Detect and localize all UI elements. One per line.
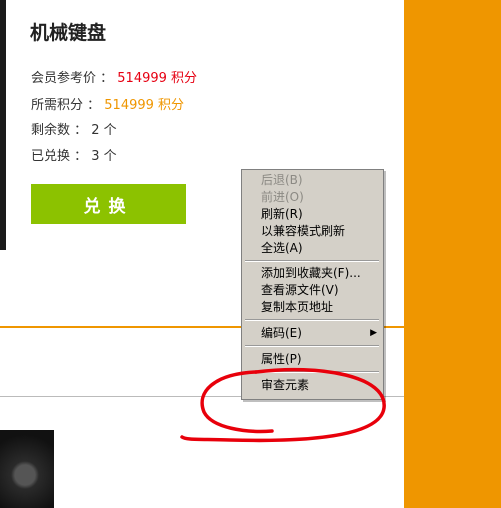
menu-separator (245, 319, 379, 321)
menu-item-encoding-label: 编码(E) (261, 326, 302, 340)
remaining-row: 剩余数 ： 2 个 (31, 119, 117, 138)
menu-item-select-all[interactable]: 全选(A) (242, 240, 383, 257)
menu-item-add-favorite[interactable]: 添加到收藏夹(F)... (242, 265, 383, 282)
points-value: 514999 积分 (104, 98, 185, 113)
member-price-value: 514999 积分 (117, 71, 198, 86)
chevron-right-icon: ▶ (370, 328, 377, 338)
menu-item-properties[interactable]: 属性(P) (242, 351, 383, 368)
menu-item-compat-refresh[interactable]: 以兼容模式刷新 (242, 223, 383, 240)
menu-item-forward: 前进(O) (261, 190, 304, 204)
menu-item-refresh[interactable]: 刷新(R) (242, 206, 383, 223)
redeemed-value: 3 个 (91, 149, 117, 164)
points-label: 所需积分 ： (31, 98, 101, 113)
remaining-label: 剩余数 ： (31, 123, 88, 138)
menu-separator (245, 345, 379, 347)
product-thumbnail[interactable] (0, 430, 54, 508)
menu-separator (245, 371, 379, 373)
menu-item-copy-url[interactable]: 复制本页地址 (242, 299, 383, 316)
right-sidebar-band (404, 0, 501, 508)
menu-item-view-source[interactable]: 查看源文件(V) (242, 282, 383, 299)
menu-item-inspect[interactable]: 审查元素 (242, 377, 383, 394)
redeem-button[interactable]: 兑换 (31, 184, 186, 224)
menu-separator (245, 260, 379, 262)
redeemed-row: 已兑换 ： 3 个 (31, 145, 117, 164)
member-price-row: 会员参考价 ： 514999 积分 (31, 67, 197, 86)
menu-item-encoding[interactable]: 编码(E) ▶ (242, 325, 383, 342)
product-title: 机械键盘 (30, 22, 107, 44)
member-price-label: 会员参考价 ： (31, 71, 114, 86)
menu-item-back: 后退(B) (261, 173, 303, 187)
remaining-value: 2 个 (91, 123, 117, 138)
points-row: 所需积分 ： 514999 积分 (31, 94, 184, 113)
product-image-edge (0, 0, 6, 250)
context-menu: 后退(B) 前进(O) 刷新(R) 以兼容模式刷新 全选(A) 添加到收藏夹(F… (241, 169, 384, 400)
redeemed-label: 已兑换 ： (31, 149, 88, 164)
